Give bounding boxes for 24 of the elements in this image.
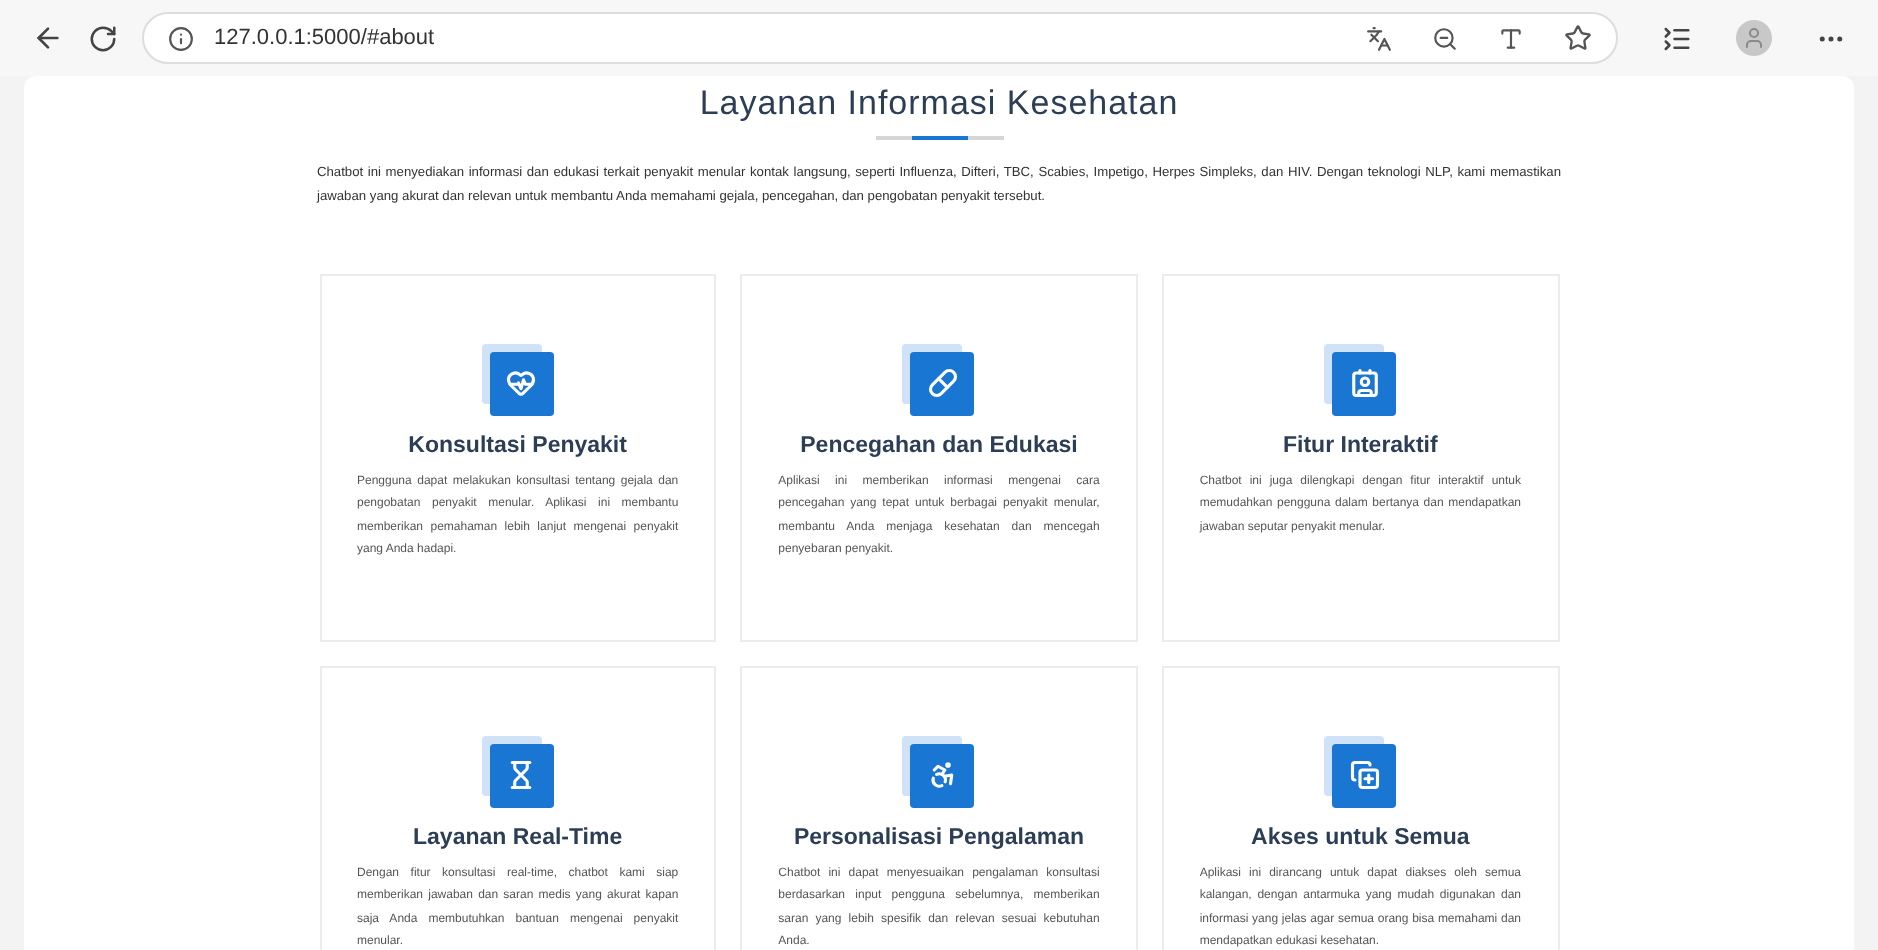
favorites-list-icon[interactable] — [1662, 23, 1692, 53]
card-title: Pencegahan dan Edukasi — [800, 431, 1078, 461]
card-title: Layanan Real-Time — [413, 823, 623, 853]
address-bar[interactable]: 127.0.0.1:5000/#about — [142, 12, 1618, 64]
card-title: Personalisasi Pengalaman — [793, 823, 1085, 853]
back-button[interactable] — [32, 22, 64, 54]
zoom-out-icon[interactable] — [1432, 25, 1458, 51]
url-text: 127.0.0.1:5000/#about — [214, 23, 435, 54]
card-title: Fitur Interaktif — [1283, 431, 1438, 461]
reload-button[interactable] — [88, 23, 118, 53]
favorite-star-icon[interactable] — [1564, 24, 1592, 52]
translate-icon[interactable] — [1366, 25, 1392, 51]
card-title: Akses untuk Semua — [1251, 823, 1470, 853]
hourglass-icon — [481, 735, 554, 807]
card-title: Konsultasi Penyakit — [408, 431, 627, 461]
section-title: Layanan Informasi Kesehatan — [699, 82, 1179, 126]
pills-icon — [902, 343, 975, 415]
copy-plus-icon — [1324, 735, 1397, 807]
title-underline — [911, 135, 967, 139]
contact-card-icon — [1324, 343, 1397, 415]
wheelchair-icon — [902, 735, 975, 807]
info-icon[interactable] — [168, 25, 194, 51]
profile-avatar[interactable] — [1736, 20, 1772, 56]
heart-pulse-icon — [481, 343, 554, 415]
